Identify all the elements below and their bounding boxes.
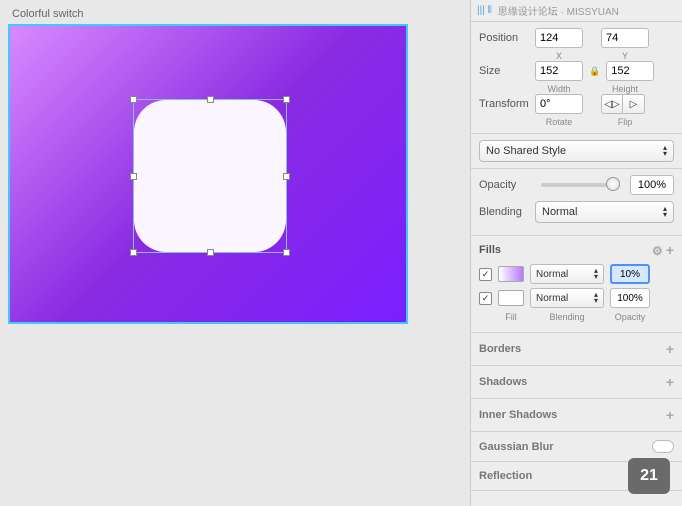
- opacity-label: Opacity: [479, 179, 531, 191]
- fill-row-1: ✓ Normal ▴▾: [479, 288, 674, 308]
- opacity-slider[interactable]: [541, 183, 620, 187]
- position-y-input[interactable]: [601, 28, 649, 48]
- flip-sublabel: Flip: [601, 117, 649, 127]
- position-x-input[interactable]: [535, 28, 583, 48]
- inspector-toolbar: ||| ⫴ 思缘设计论坛 · MISSYUAN: [471, 0, 682, 22]
- borders-section[interactable]: Borders +: [471, 333, 682, 366]
- gear-icon[interactable]: ⚙: [652, 244, 663, 258]
- height-input[interactable]: [606, 61, 654, 81]
- align-icons[interactable]: ||| ⫴: [477, 5, 492, 16]
- fills-title: Fills: [479, 244, 501, 256]
- inspector-panel: ||| ⫴ 思缘设计论坛 · MISSYUAN Position X Y Siz…: [470, 0, 682, 506]
- fill-opacity-input[interactable]: [610, 288, 650, 308]
- fill-enable-checkbox[interactable]: ✓: [479, 292, 492, 305]
- artboard-title: Colorful switch: [8, 8, 462, 20]
- inner-shadows-section[interactable]: Inner Shadows +: [471, 399, 682, 432]
- fill-row-0: ✓ Normal ▴▾: [479, 264, 674, 284]
- opacity-blend-section: Opacity Blending Normal ▴▾: [471, 169, 682, 236]
- rounded-rect-shape[interactable]: [134, 100, 286, 252]
- shared-style-select[interactable]: No Shared Style ▴▾: [479, 140, 674, 162]
- plus-icon[interactable]: +: [666, 407, 674, 423]
- flip-horizontal-button[interactable]: ◁▷: [601, 94, 623, 114]
- lock-icon[interactable]: 🔒: [589, 66, 600, 77]
- fill-opacity-input[interactable]: [610, 264, 650, 284]
- chevron-updown-icon: ▴▾: [594, 268, 598, 280]
- page-number-badge: 21: [628, 458, 670, 494]
- rotate-input[interactable]: [535, 94, 583, 114]
- width-input[interactable]: [535, 61, 583, 81]
- blur-toggle[interactable]: [652, 440, 674, 453]
- fill-blend-select[interactable]: Normal ▴▾: [530, 288, 604, 308]
- opacity-input[interactable]: [630, 175, 674, 195]
- geometry-section: Position X Y Size 🔒 Width Height Transfo…: [471, 22, 682, 134]
- fill-swatch[interactable]: [498, 290, 524, 306]
- blending-label: Blending: [479, 206, 531, 218]
- y-sublabel: Y: [601, 51, 649, 61]
- plus-icon[interactable]: +: [666, 242, 674, 258]
- width-sublabel: Width: [535, 84, 583, 94]
- fill-blend-select[interactable]: Normal ▴▾: [530, 264, 604, 284]
- x-sublabel: X: [535, 51, 583, 61]
- height-sublabel: Height: [601, 84, 649, 94]
- shadows-section[interactable]: Shadows +: [471, 366, 682, 399]
- canvas-area[interactable]: Colorful switch: [0, 0, 470, 506]
- chevron-updown-icon: ▴▾: [663, 206, 667, 218]
- artboard[interactable]: [8, 24, 408, 324]
- fill-swatch[interactable]: [498, 266, 524, 282]
- slider-knob[interactable]: [606, 177, 620, 191]
- position-label: Position: [479, 32, 531, 44]
- watermark-text: 思缘设计论坛 · MISSYUAN: [498, 3, 619, 18]
- flip-vertical-button[interactable]: ▷: [623, 94, 645, 114]
- blending-select[interactable]: Normal ▴▾: [535, 201, 674, 223]
- opacity-col-label: Opacity: [610, 312, 650, 322]
- blend-col-label: Blending: [530, 312, 604, 322]
- transform-label: Transform: [479, 98, 531, 110]
- chevron-updown-icon: ▴▾: [663, 145, 667, 157]
- fill-col-label: Fill: [498, 312, 524, 322]
- plus-icon[interactable]: +: [666, 341, 674, 357]
- fills-section: Fills ⚙ + ✓ Normal ▴▾ ✓ Normal ▴▾ Fill B: [471, 236, 682, 333]
- rotate-sublabel: Rotate: [535, 117, 583, 127]
- size-label: Size: [479, 65, 531, 77]
- shared-style-section: No Shared Style ▴▾: [471, 134, 682, 169]
- fill-enable-checkbox[interactable]: ✓: [479, 268, 492, 281]
- plus-icon[interactable]: +: [666, 374, 674, 390]
- chevron-updown-icon: ▴▾: [594, 292, 598, 304]
